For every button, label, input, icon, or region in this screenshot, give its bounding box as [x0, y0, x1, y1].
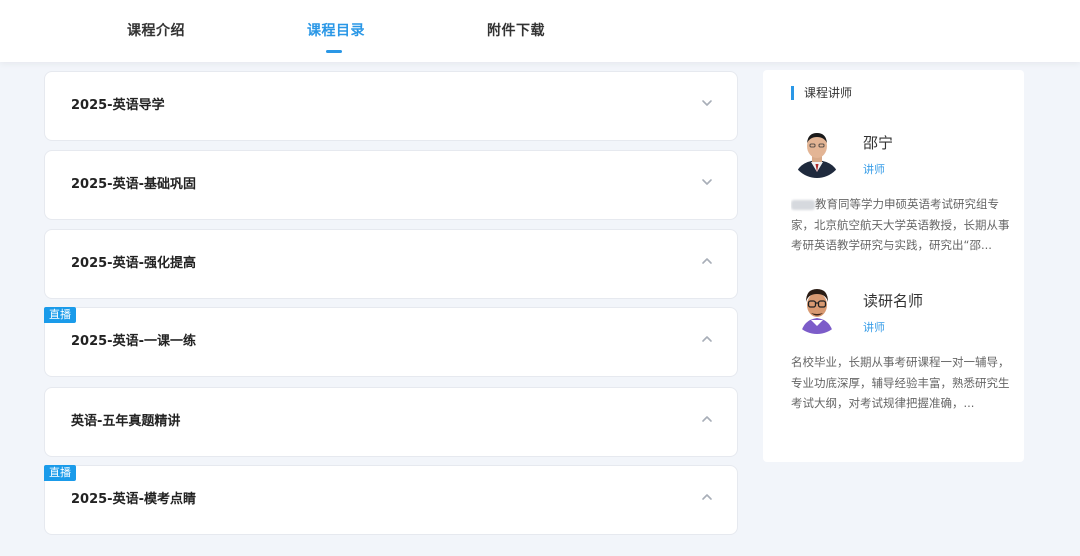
chevron-up-icon[interactable] [701, 413, 713, 425]
chevron-down-icon[interactable] [701, 97, 713, 109]
chevron-up-icon[interactable] [701, 333, 713, 345]
teacher-description-text: 教育同等学力申硕英语考试研究组专家，北京航空航天大学英语教授，长期从事考研英语教… [791, 197, 1010, 252]
course-section-title: 2025-英语-基础巩固 [71, 177, 196, 192]
course-section-4[interactable]: 2025-英语-一课一练 [44, 307, 738, 377]
teacher-role: 讲师 [863, 321, 885, 334]
teacher-name: 邵宁 [863, 134, 894, 152]
chevron-up-icon[interactable] [701, 491, 713, 503]
tab-course-catalog[interactable]: 课程目录 [307, 20, 365, 40]
teacher-name: 读研名师 [863, 292, 924, 310]
redacted-text [791, 199, 815, 210]
teacher-panel: 课程讲师 邵宁 讲师 教育同等学力申硕英语考试研究组专家，北京航空航天大学英语教… [763, 70, 1024, 462]
teacher-description: 教育同等学力申硕英语考试研究组专家，北京航空航天大学英语教授，长期从事考研英语教… [791, 194, 1013, 256]
tab-bar: 课程介绍 课程目录 附件下载 [0, 0, 1080, 62]
chevron-down-icon[interactable] [701, 176, 713, 188]
teacher-avatar[interactable] [791, 282, 843, 334]
active-tab-indicator [326, 50, 342, 53]
course-section-title: 2025-英语-强化提高 [71, 256, 196, 271]
course-section-5[interactable]: 英语-五年真题精讲 [44, 387, 738, 457]
tab-attachments[interactable]: 附件下载 [487, 20, 545, 40]
course-section-title: 英语-五年真题精讲 [71, 414, 181, 429]
teacher-description: 名校毕业，长期从事考研课程一对一辅导，专业功底深厚，辅导经验丰富，熟悉研究生考试… [791, 355, 1010, 410]
chevron-up-icon[interactable] [701, 255, 713, 267]
teacher-panel-heading: 课程讲师 [791, 86, 852, 100]
tab-course-intro[interactable]: 课程介绍 [127, 20, 185, 40]
course-section-2[interactable]: 2025-英语-基础巩固 [44, 150, 738, 220]
course-section-title: 2025-英语-一课一练 [71, 334, 196, 349]
live-badge: 直播 [44, 465, 76, 481]
course-section-6[interactable]: 2025-英语-模考点睛 [44, 465, 738, 535]
course-section-3[interactable]: 2025-英语-强化提高 [44, 229, 738, 299]
teacher-avatar[interactable] [791, 126, 843, 178]
course-section-title: 2025-英语导学 [71, 98, 165, 113]
teacher-role: 讲师 [863, 163, 885, 176]
live-badge: 直播 [44, 307, 76, 323]
course-section-1[interactable]: 2025-英语导学 [44, 71, 738, 141]
course-section-title: 2025-英语-模考点睛 [71, 492, 196, 507]
